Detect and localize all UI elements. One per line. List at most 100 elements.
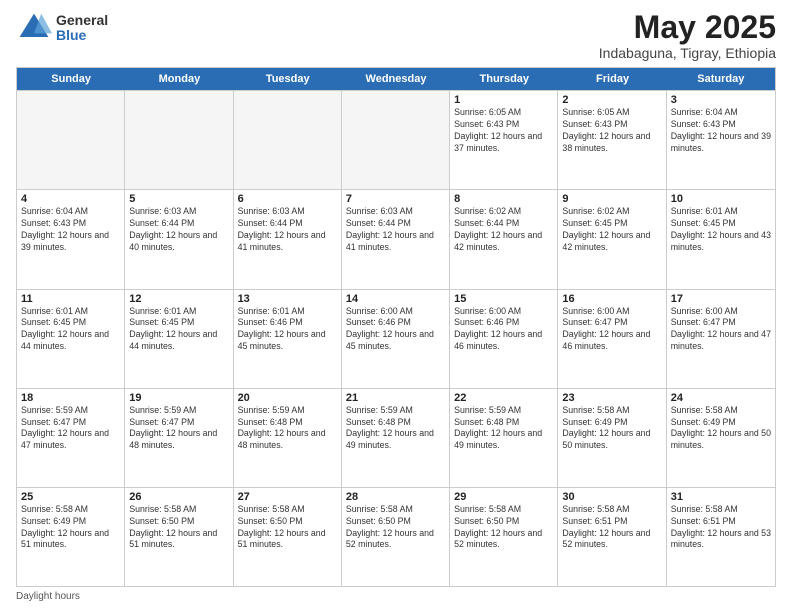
day-number-21: 21 [346,392,445,404]
day-info-2: Sunrise: 6:05 AM Sunset: 6:43 PM Dayligh… [562,107,661,155]
day-3: 3Sunrise: 6:04 AM Sunset: 6:43 PM Daylig… [667,91,775,189]
day-22: 22Sunrise: 5:59 AM Sunset: 6:48 PM Dayli… [450,389,558,487]
day-9: 9Sunrise: 6:02 AM Sunset: 6:45 PM Daylig… [558,190,666,288]
day-number-30: 30 [562,491,661,503]
day-number-27: 27 [238,491,337,503]
day-number-13: 13 [238,293,337,305]
day-info-3: Sunrise: 6:04 AM Sunset: 6:43 PM Dayligh… [671,107,771,155]
day-info-4: Sunrise: 6:04 AM Sunset: 6:43 PM Dayligh… [21,206,120,254]
day-number-12: 12 [129,293,228,305]
title-block: May 2025 Indabaguna, Tigray, Ethiopia [599,10,776,61]
day-4: 4Sunrise: 6:04 AM Sunset: 6:43 PM Daylig… [17,190,125,288]
day-18: 18Sunrise: 5:59 AM Sunset: 6:47 PM Dayli… [17,389,125,487]
weekday-friday: Friday [558,68,666,90]
day-info-24: Sunrise: 5:58 AM Sunset: 6:49 PM Dayligh… [671,405,771,453]
day-info-14: Sunrise: 6:00 AM Sunset: 6:46 PM Dayligh… [346,306,445,354]
logo-blue: Blue [56,28,108,43]
day-number-9: 9 [562,193,661,205]
day-info-29: Sunrise: 5:58 AM Sunset: 6:50 PM Dayligh… [454,504,553,552]
day-7: 7Sunrise: 6:03 AM Sunset: 6:44 PM Daylig… [342,190,450,288]
day-number-7: 7 [346,193,445,205]
footer-note: Daylight hours [16,591,776,602]
logo-text: General Blue [56,13,108,44]
day-number-10: 10 [671,193,771,205]
day-number-4: 4 [21,193,120,205]
day-25: 25Sunrise: 5:58 AM Sunset: 6:49 PM Dayli… [17,488,125,586]
day-number-22: 22 [454,392,553,404]
empty-cell [234,91,342,189]
empty-cell [342,91,450,189]
day-6: 6Sunrise: 6:03 AM Sunset: 6:44 PM Daylig… [234,190,342,288]
day-5: 5Sunrise: 6:03 AM Sunset: 6:44 PM Daylig… [125,190,233,288]
weekday-saturday: Saturday [667,68,775,90]
day-10: 10Sunrise: 6:01 AM Sunset: 6:45 PM Dayli… [667,190,775,288]
day-info-1: Sunrise: 6:05 AM Sunset: 6:43 PM Dayligh… [454,107,553,155]
day-24: 24Sunrise: 5:58 AM Sunset: 6:49 PM Dayli… [667,389,775,487]
day-15: 15Sunrise: 6:00 AM Sunset: 6:46 PM Dayli… [450,290,558,388]
day-number-6: 6 [238,193,337,205]
title-location: Indabaguna, Tigray, Ethiopia [599,45,776,61]
calendar-row-4: 18Sunrise: 5:59 AM Sunset: 6:47 PM Dayli… [17,388,775,487]
day-13: 13Sunrise: 6:01 AM Sunset: 6:46 PM Dayli… [234,290,342,388]
calendar-row-3: 11Sunrise: 6:01 AM Sunset: 6:45 PM Dayli… [17,289,775,388]
weekday-tuesday: Tuesday [234,68,342,90]
day-info-9: Sunrise: 6:02 AM Sunset: 6:45 PM Dayligh… [562,206,661,254]
day-info-28: Sunrise: 5:58 AM Sunset: 6:50 PM Dayligh… [346,504,445,552]
day-info-17: Sunrise: 6:00 AM Sunset: 6:47 PM Dayligh… [671,306,771,354]
day-20: 20Sunrise: 5:59 AM Sunset: 6:48 PM Dayli… [234,389,342,487]
weekday-wednesday: Wednesday [342,68,450,90]
header: General Blue May 2025 Indabaguna, Tigray… [16,10,776,61]
day-number-23: 23 [562,392,661,404]
empty-cell [17,91,125,189]
day-info-16: Sunrise: 6:00 AM Sunset: 6:47 PM Dayligh… [562,306,661,354]
calendar-row-1: 1Sunrise: 6:05 AM Sunset: 6:43 PM Daylig… [17,90,775,189]
calendar-header: SundayMondayTuesdayWednesdayThursdayFrid… [17,68,775,90]
day-info-25: Sunrise: 5:58 AM Sunset: 6:49 PM Dayligh… [21,504,120,552]
day-2: 2Sunrise: 6:05 AM Sunset: 6:43 PM Daylig… [558,91,666,189]
day-number-8: 8 [454,193,553,205]
day-29: 29Sunrise: 5:58 AM Sunset: 6:50 PM Dayli… [450,488,558,586]
day-info-15: Sunrise: 6:00 AM Sunset: 6:46 PM Dayligh… [454,306,553,354]
day-number-25: 25 [21,491,120,503]
logo-icon [16,10,52,46]
calendar-row-2: 4Sunrise: 6:04 AM Sunset: 6:43 PM Daylig… [17,189,775,288]
calendar-row-5: 25Sunrise: 5:58 AM Sunset: 6:49 PM Dayli… [17,487,775,586]
day-14: 14Sunrise: 6:00 AM Sunset: 6:46 PM Dayli… [342,290,450,388]
day-number-11: 11 [21,293,120,305]
calendar-body: 1Sunrise: 6:05 AM Sunset: 6:43 PM Daylig… [17,90,775,586]
day-number-17: 17 [671,293,771,305]
day-11: 11Sunrise: 6:01 AM Sunset: 6:45 PM Dayli… [17,290,125,388]
day-number-15: 15 [454,293,553,305]
day-number-19: 19 [129,392,228,404]
day-info-26: Sunrise: 5:58 AM Sunset: 6:50 PM Dayligh… [129,504,228,552]
day-number-16: 16 [562,293,661,305]
day-number-29: 29 [454,491,553,503]
day-info-6: Sunrise: 6:03 AM Sunset: 6:44 PM Dayligh… [238,206,337,254]
day-info-18: Sunrise: 5:59 AM Sunset: 6:47 PM Dayligh… [21,405,120,453]
page: General Blue May 2025 Indabaguna, Tigray… [0,0,792,612]
day-26: 26Sunrise: 5:58 AM Sunset: 6:50 PM Dayli… [125,488,233,586]
day-19: 19Sunrise: 5:59 AM Sunset: 6:47 PM Dayli… [125,389,233,487]
day-info-23: Sunrise: 5:58 AM Sunset: 6:49 PM Dayligh… [562,405,661,453]
day-1: 1Sunrise: 6:05 AM Sunset: 6:43 PM Daylig… [450,91,558,189]
day-number-26: 26 [129,491,228,503]
day-number-3: 3 [671,94,771,106]
day-info-27: Sunrise: 5:58 AM Sunset: 6:50 PM Dayligh… [238,504,337,552]
day-info-13: Sunrise: 6:01 AM Sunset: 6:46 PM Dayligh… [238,306,337,354]
day-number-18: 18 [21,392,120,404]
day-8: 8Sunrise: 6:02 AM Sunset: 6:44 PM Daylig… [450,190,558,288]
day-info-8: Sunrise: 6:02 AM Sunset: 6:44 PM Dayligh… [454,206,553,254]
logo: General Blue [16,10,108,46]
day-30: 30Sunrise: 5:58 AM Sunset: 6:51 PM Dayli… [558,488,666,586]
day-number-2: 2 [562,94,661,106]
day-16: 16Sunrise: 6:00 AM Sunset: 6:47 PM Dayli… [558,290,666,388]
day-info-10: Sunrise: 6:01 AM Sunset: 6:45 PM Dayligh… [671,206,771,254]
day-number-28: 28 [346,491,445,503]
day-number-20: 20 [238,392,337,404]
day-info-7: Sunrise: 6:03 AM Sunset: 6:44 PM Dayligh… [346,206,445,254]
day-info-20: Sunrise: 5:59 AM Sunset: 6:48 PM Dayligh… [238,405,337,453]
empty-cell [125,91,233,189]
weekday-thursday: Thursday [450,68,558,90]
day-info-5: Sunrise: 6:03 AM Sunset: 6:44 PM Dayligh… [129,206,228,254]
title-month: May 2025 [599,10,776,45]
